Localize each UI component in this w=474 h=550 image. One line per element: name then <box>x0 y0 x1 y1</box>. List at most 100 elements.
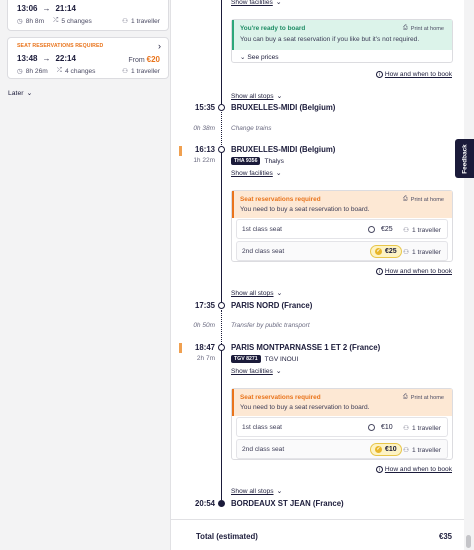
depart-time: 13:48 <box>17 54 38 63</box>
info-icon: i <box>375 268 383 275</box>
transfer-duration: 0h 38m <box>193 125 215 132</box>
travellers-icon: ⚇ <box>122 68 129 75</box>
arrive-time: 22:14 <box>55 54 76 63</box>
arrival-time: 15:35 <box>195 103 215 112</box>
arrival-time: 20:54 <box>195 499 215 508</box>
seat-option-second-class[interactable]: 2nd class seat ✓ €10 ⚇ 1 traveller <box>236 439 448 459</box>
station-name: BRUXELLES-MIDI (Belgium) <box>231 145 336 154</box>
journey-meta: ◷ 8h 8m ⤮ 5 changes <box>17 17 92 25</box>
seat-travellers: ⚇ 1 traveller <box>403 446 441 455</box>
scrollbar-thumb[interactable] <box>466 535 471 548</box>
changes-icon: ⤮ <box>56 67 63 74</box>
how-link-label: How and when to book <box>384 268 452 275</box>
chevron-down-icon: ⌄ <box>276 93 283 100</box>
clock-icon: ◷ <box>17 68 23 75</box>
info-icon: i <box>375 466 383 473</box>
feedback-tab[interactable]: Feedback <box>455 139 474 178</box>
travellers-label: 1 traveller <box>412 226 441 234</box>
stop-marker <box>218 146 225 153</box>
show-facilities-label: Show facilities <box>231 368 273 375</box>
chevron-down-icon: ⌄ <box>275 0 282 6</box>
chevron-down-icon: ⌄ <box>275 368 282 375</box>
travellers-icon: ⚇ <box>403 447 410 454</box>
show-all-stops-link[interactable]: Show all stops ⌄ <box>231 289 282 297</box>
train-operator: TGV INOUI <box>264 355 299 363</box>
seat-travellers: ⚇ 1 traveller <box>403 248 441 257</box>
arrow-icon: → <box>42 4 51 13</box>
seat-option-second-class[interactable]: 2nd class seat ✓ €25 ⚇ 1 traveller <box>236 241 448 261</box>
seat-radio[interactable] <box>368 423 375 431</box>
how-and-when-to-book-link[interactable]: i How and when to book <box>375 268 452 275</box>
later-button[interactable]: Later ⌄ <box>8 89 32 98</box>
station-name: BRUXELLES-MIDI (Belgium) <box>231 103 336 112</box>
show-facilities-link[interactable]: Show facilities ⌄ <box>231 367 282 375</box>
seat-reservation-panel: Seat reservations required You need to b… <box>231 388 453 460</box>
show-facilities-link[interactable]: Show facilities ⌄ <box>231 169 282 177</box>
show-facilities-label: Show facilities <box>231 170 273 177</box>
scrollbar-track[interactable] <box>464 0 474 550</box>
print-label: Print at home <box>410 394 444 401</box>
journey-price: From €20 <box>128 55 160 64</box>
arrival-time: 17:35 <box>195 301 215 310</box>
seat-travellers: ⚇ 1 traveller <box>403 424 441 433</box>
how-link-label: How and when to book <box>384 466 452 473</box>
printer-icon: ⎙ <box>402 196 408 202</box>
transfer-duration: 0h 50m <box>193 322 215 329</box>
notice-title: Seat reservations required <box>240 196 321 203</box>
print-label: Print at home <box>410 25 444 32</box>
chevron-down-icon: ⌄ <box>240 54 246 61</box>
journey-results-panel: 13:06 → 21:14 ◷ 8h 8m ⤮ 5 changes ⚇ 1 tr… <box>0 0 171 550</box>
seat-radio[interactable] <box>368 225 375 233</box>
total-label: Total (estimated) <box>196 532 258 541</box>
journey-card-selected[interactable]: SEAT RESERVATIONS REQUIRED › 13:48 → 22:… <box>7 37 169 79</box>
transfer-text: Change trains <box>231 125 272 132</box>
selected-seat-price[interactable]: ✓ €10 <box>370 443 402 456</box>
journey-duration: 8h 8m <box>25 17 45 25</box>
stop-marker <box>218 302 225 309</box>
arrow-icon: → <box>42 54 51 63</box>
train-info: TGV 8271 TGV INOUI <box>231 355 298 363</box>
selected-seat-price[interactable]: ✓ €25 <box>370 245 402 258</box>
journey-duration: 8h 26m <box>25 67 48 75</box>
notice-text: You need to buy a seat reservation to bo… <box>240 404 370 411</box>
stop-marker <box>218 344 225 351</box>
journey-changes: 5 changes <box>61 17 92 25</box>
chevron-down-icon: ⌄ <box>275 170 282 177</box>
clock-icon: ◷ <box>17 18 23 25</box>
show-all-stops-link[interactable]: Show all stops ⌄ <box>231 92 282 100</box>
journey-card[interactable]: 13:06 → 21:14 ◷ 8h 8m ⤮ 5 changes ⚇ 1 tr… <box>7 0 169 31</box>
itinerary-panel: Show facilities ⌄ You're ready to board Y… <box>171 0 464 550</box>
journey-times: 13:06 → 21:14 <box>17 4 76 13</box>
timeline-line <box>221 0 223 104</box>
check-icon: ✓ <box>375 248 382 255</box>
from-label: From <box>128 57 145 64</box>
train-number-badge: THA 9356 <box>231 157 261 165</box>
later-label: Later <box>8 89 24 97</box>
journey-travellers: ⚇ 1 traveller <box>122 67 160 76</box>
travellers-icon: ⚇ <box>403 425 410 432</box>
timeline-transfer-line <box>221 112 222 147</box>
seat-class: 1st class seat <box>242 226 282 233</box>
check-icon: ✓ <box>375 446 382 453</box>
show-all-stops-link[interactable]: Show all stops ⌄ <box>231 487 282 495</box>
notice-title: You're ready to board <box>240 25 306 32</box>
how-and-when-to-book-link[interactable]: i How and when to book <box>375 71 452 78</box>
print-at-home: ⎙ Print at home <box>403 394 444 401</box>
travellers-icon: ⚇ <box>403 249 410 256</box>
info-icon: i <box>375 71 383 78</box>
seat-price: €10 <box>385 446 397 453</box>
seat-option-first-class[interactable]: 1st class seat €25 ⚇ 1 traveller <box>236 219 448 239</box>
leg-duration: 1h 22m <box>193 157 215 164</box>
changes-icon: ⤮ <box>53 17 59 24</box>
notice-text: You can buy a seat reservation if you li… <box>240 36 420 43</box>
print-label: Print at home <box>410 196 444 203</box>
see-prices-label: See prices <box>247 54 279 61</box>
journey-times: 13:48 → 22:14 <box>17 54 76 63</box>
seat-price: €25 <box>385 248 397 255</box>
chevron-right-icon[interactable]: › <box>158 41 161 51</box>
how-and-when-to-book-link[interactable]: i How and when to book <box>375 466 452 473</box>
see-prices-toggle[interactable]: ⌄ See prices <box>240 53 279 61</box>
notice-title: Seat reservations required <box>240 394 321 401</box>
show-facilities-link[interactable]: Show facilities ⌄ <box>231 0 282 6</box>
seat-option-first-class[interactable]: 1st class seat €10 ⚇ 1 traveller <box>236 417 448 437</box>
